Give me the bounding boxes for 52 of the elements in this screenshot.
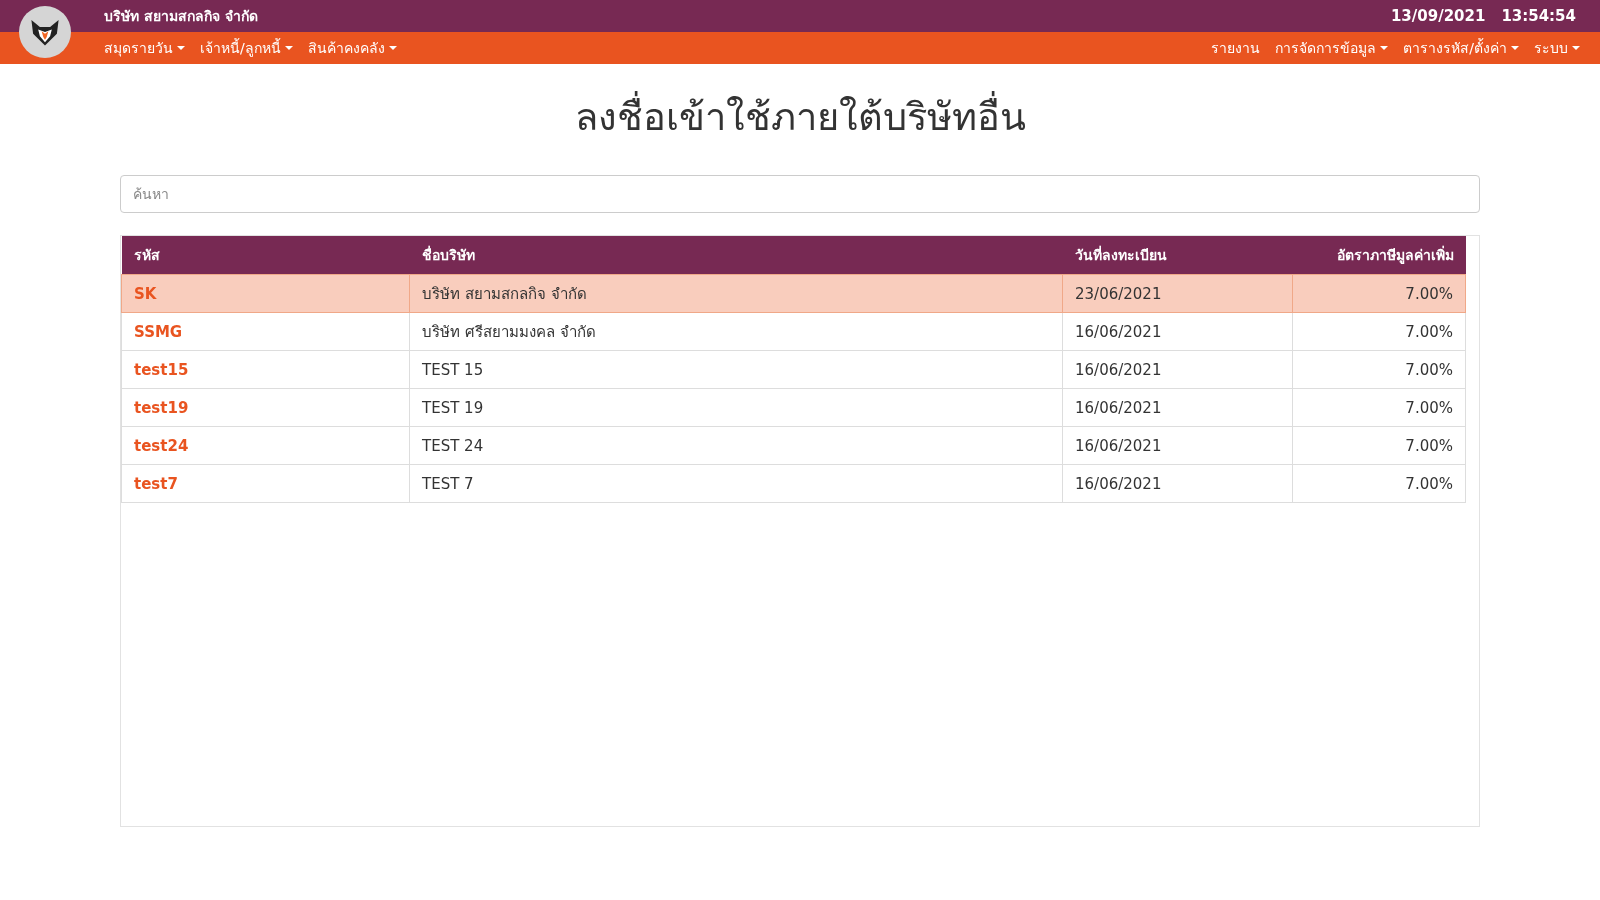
date-text: 13/09/2021: [1390, 7, 1486, 25]
table-cell: TEST 15: [409, 350, 1063, 389]
table-cell: TEST 19: [409, 388, 1063, 427]
table-cell: บริษัท ศรีสยามมงคล จำกัด: [409, 312, 1063, 351]
menu-item[interactable]: ระบบ: [1534, 37, 1580, 59]
column-header: วันที่ลงทะเบียน: [1062, 236, 1293, 275]
caret-icon: [1380, 46, 1389, 50]
table-row[interactable]: test24 TEST 24 16/06/2021 7.00%: [121, 426, 1466, 465]
table-cell: TEST 24: [409, 426, 1063, 465]
table-cell: TEST 7: [409, 464, 1063, 503]
menu-item[interactable]: สินค้าคงคลัง: [307, 37, 397, 59]
menu-item[interactable]: การจัดการข้อมูล: [1275, 37, 1389, 59]
company-code-link[interactable]: test15: [134, 360, 189, 379]
company-code-link[interactable]: test24: [134, 436, 189, 455]
company-code-link[interactable]: SK: [134, 284, 157, 303]
column-header: ชื่อบริษัท: [409, 236, 1063, 275]
table-cell: บริษัท สยามสกลกิจ จำกัด: [409, 274, 1063, 313]
caret-icon: [1572, 46, 1580, 50]
table-row[interactable]: test15 TEST 15 16/06/2021 7.00%: [121, 350, 1466, 389]
caret-icon: [1511, 46, 1519, 50]
table-cell: 7.00%: [1292, 350, 1466, 389]
table-cell: 16/06/2021: [1062, 426, 1293, 465]
search-field[interactable]: ค้นหา: [120, 175, 1480, 213]
caret-icon: [177, 46, 185, 50]
menu-item[interactable]: เจ้าหนี้/ลูกหนี้: [200, 37, 293, 59]
table-cell: 7.00%: [1292, 464, 1466, 503]
table-row[interactable]: test19 TEST 19 16/06/2021 7.00%: [121, 388, 1466, 427]
company-code-link[interactable]: test19: [134, 398, 189, 417]
company-code-link[interactable]: SSMG: [134, 322, 183, 341]
time-text: 13:54:54: [1501, 7, 1576, 25]
menu-item[interactable]: รายงาน: [1211, 37, 1261, 59]
table-cell: 16/06/2021: [1062, 312, 1293, 351]
column-header: รหัส: [121, 236, 410, 275]
menu-item[interactable]: ตารางรหัส/ตั้งค่า: [1403, 37, 1519, 59]
company-code-link[interactable]: test7: [134, 474, 178, 493]
table-row[interactable]: SSMG บริษัท ศรีสยามมงคล จำกัด 16/06/2021 7.00%: [121, 312, 1466, 351]
table-cell: 16/06/2021: [1062, 388, 1293, 427]
table-row[interactable]: SK บริษัท สยามสกลกิจ จำกัด 23/06/2021 7.00%: [121, 274, 1466, 313]
table-cell: 7.00%: [1292, 426, 1466, 465]
table-cell: 16/06/2021: [1062, 350, 1293, 389]
table-cell: 16/06/2021: [1062, 464, 1293, 503]
table-cell: 7.00%: [1292, 274, 1466, 313]
table-cell: 7.00%: [1292, 312, 1466, 351]
company-name: บริษัท สยามสกลกิจ จำกัด: [104, 7, 258, 26]
caret-icon: [388, 46, 397, 50]
table-cell: 23/06/2021: [1062, 274, 1293, 313]
menu-item[interactable]: สมุดรายวัน: [104, 37, 185, 59]
table-row[interactable]: test7 TEST 7 16/06/2021 7.00%: [121, 464, 1466, 503]
page-title: ลงชื่อเข้าใช้ภายใต้บริษัทอื่น: [120, 86, 1480, 147]
caret-icon: [284, 46, 293, 50]
table-cell: 7.00%: [1292, 388, 1466, 427]
column-header: อัตราภาษีมูลค่าเพิ่ม: [1292, 236, 1466, 275]
